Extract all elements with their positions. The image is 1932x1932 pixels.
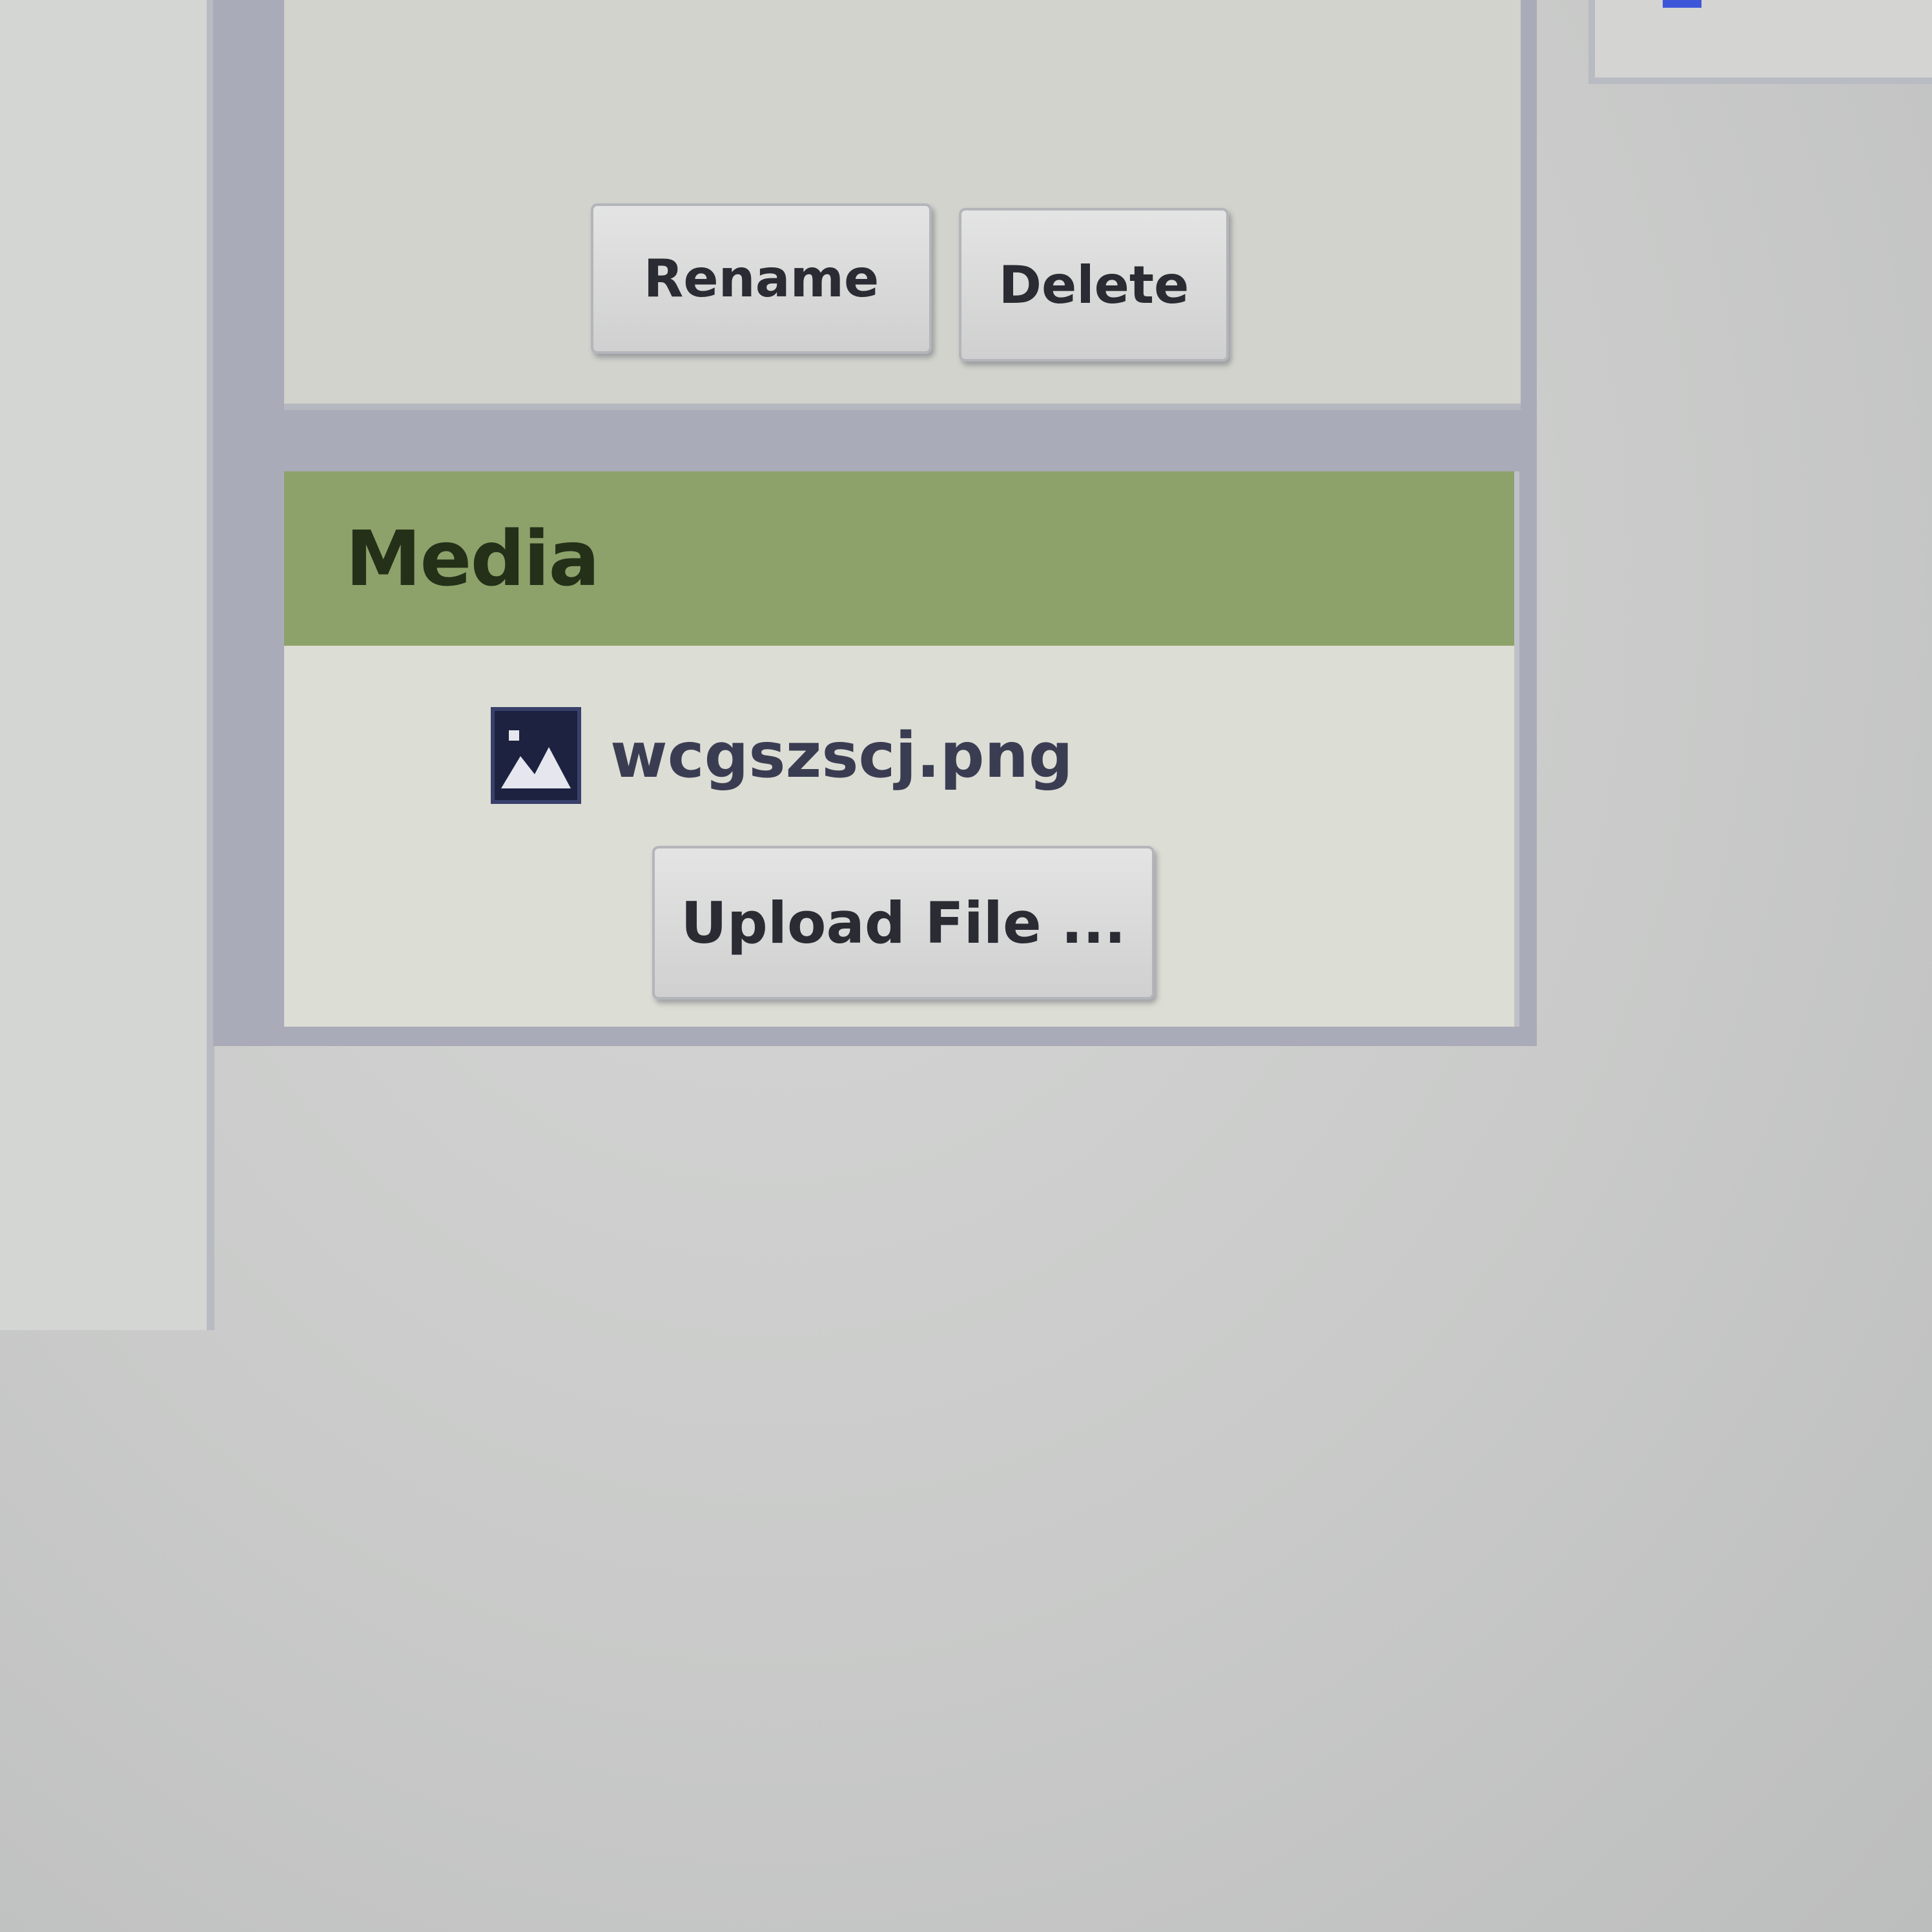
delete-button[interactable]: Delete: [959, 208, 1229, 362]
top-right-indicator: [1663, 0, 1701, 8]
page-background: Rename Delete Media wcgszscj.png Upload …: [0, 0, 1932, 1932]
left-pane: [0, 0, 214, 1330]
media-file-item[interactable]: wcgszscj.png: [491, 707, 1073, 804]
media-title: Media: [345, 514, 600, 603]
upload-file-button[interactable]: Upload File ...: [652, 846, 1155, 1000]
media-file-name[interactable]: wcgszscj.png: [610, 719, 1073, 792]
top-right-panel: [1588, 0, 1932, 84]
rename-button[interactable]: Rename: [591, 203, 932, 354]
media-header: Media: [284, 471, 1514, 646]
image-file-icon: [491, 707, 581, 804]
